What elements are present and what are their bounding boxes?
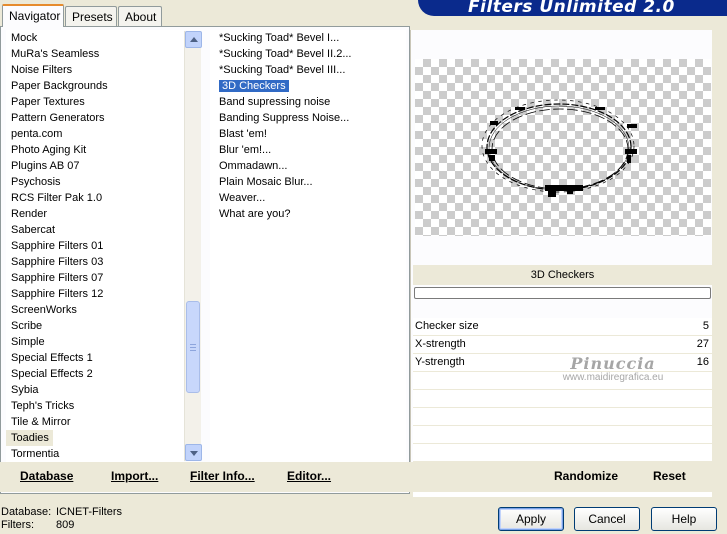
filter-item[interactable]: Weaver...	[214, 190, 406, 206]
category-item[interactable]: Sapphire Filters 03	[6, 254, 184, 270]
status-database: Database: ICNET-Filters	[1, 506, 122, 518]
filter-item[interactable]: *Sucking Toad* Bevel II.2...	[214, 46, 406, 62]
preview-ring-graphic	[481, 99, 637, 197]
navigator-toolbar: Database Import... Filter Info... Editor…	[0, 462, 410, 492]
category-scrollbar[interactable]	[184, 31, 202, 461]
category-item[interactable]: Teph's Tricks	[6, 398, 184, 414]
tab-about[interactable]: About	[118, 6, 162, 26]
filter-item[interactable]: Blast 'em!	[214, 126, 406, 142]
randomize-button[interactable]: Randomize	[554, 469, 618, 483]
filter-item[interactable]: What are you?	[214, 206, 406, 222]
category-item[interactable]: Photo Aging Kit	[6, 142, 184, 158]
category-item[interactable]: Plugins AB 07	[6, 158, 184, 174]
category-list[interactable]: Mock MuRa's Seamless Noise Filters Paper Ba…	[6, 30, 184, 462]
filter-item[interactable]: Ommadawn...	[214, 158, 406, 174]
category-item[interactable]: Sapphire Filters 12	[6, 286, 184, 302]
help-button[interactable]: Help	[651, 507, 717, 531]
param-label: X-strength	[415, 338, 466, 350]
category-item[interactable]: Psychosis	[6, 174, 184, 190]
editor-button[interactable]: Editor...	[287, 469, 331, 483]
filter-item[interactable]: Blur 'em!...	[214, 142, 406, 158]
filter-item[interactable]: Band supressing noise	[214, 94, 406, 110]
category-item[interactable]: Pattern Generators	[6, 110, 184, 126]
category-item[interactable]: RCS Filter Pak 1.0	[6, 190, 184, 206]
filter-item[interactable]: Plain Mosaic Blur...	[214, 174, 406, 190]
param-value: 27	[696, 338, 709, 350]
category-item[interactable]: penta.com	[6, 126, 184, 142]
category-item[interactable]: MuRa's Seamless	[6, 46, 184, 62]
cancel-button[interactable]: Cancel	[574, 507, 640, 531]
category-item[interactable]: Sabercat	[6, 222, 184, 238]
category-item[interactable]: Simple	[6, 334, 184, 350]
apply-button[interactable]: Apply	[498, 507, 564, 531]
category-item[interactable]: Special Effects 2	[6, 366, 184, 382]
scroll-down-button[interactable]	[185, 444, 202, 461]
filter-title: 3D Checkers	[413, 265, 712, 285]
param-row-checker-size[interactable]: Checker size 5	[413, 318, 712, 336]
status-value: ICNET-Filters	[56, 506, 122, 518]
category-item[interactable]: Toadies	[6, 430, 53, 446]
param-row-x-strength[interactable]: X-strength 27	[413, 336, 712, 354]
banner-title: Filters Unlimited 2.0	[468, 0, 675, 16]
reset-button[interactable]: Reset	[653, 469, 686, 483]
scroll-thumb[interactable]	[186, 301, 200, 393]
category-item[interactable]: Sapphire Filters 07	[6, 270, 184, 286]
empty-param-row	[413, 444, 712, 462]
param-value: 5	[702, 320, 709, 332]
filter-item[interactable]: *Sucking Toad* Bevel I...	[214, 30, 406, 46]
filter-item-label: 3D Checkers	[219, 80, 289, 92]
preview-canvas[interactable]	[415, 59, 711, 236]
progress-bar	[414, 287, 711, 299]
category-item[interactable]: ScreenWorks	[6, 302, 184, 318]
category-item[interactable]: Tormentia	[6, 446, 184, 462]
category-item[interactable]: Mock	[6, 30, 184, 46]
param-label: Checker size	[415, 320, 479, 332]
status-value: 809	[56, 519, 75, 531]
category-item[interactable]: Sybia	[6, 382, 184, 398]
chevron-down-icon	[190, 451, 198, 456]
category-item[interactable]: Scribe	[6, 318, 184, 334]
filter-item[interactable]: Banding Suppress Noise...	[214, 110, 406, 126]
category-item[interactable]: Tile & Mirror	[6, 414, 184, 430]
status-label: Database:	[1, 506, 52, 518]
filter-item[interactable]: *Sucking Toad* Bevel III...	[214, 62, 406, 78]
tab-presets[interactable]: Presets	[65, 6, 117, 26]
parameter-toolbar: Randomize Reset	[413, 462, 712, 492]
param-row-y-strength[interactable]: Y-strength 16	[413, 354, 712, 372]
category-item[interactable]: Paper Backgrounds	[6, 78, 184, 94]
param-value: 16	[696, 356, 709, 368]
category-item[interactable]: Noise Filters	[6, 62, 184, 78]
category-item[interactable]: Render	[6, 206, 184, 222]
grip-icon	[190, 344, 196, 351]
chevron-up-icon	[190, 37, 198, 42]
empty-param-row	[413, 426, 712, 444]
filter-item[interactable]: 3D Checkers	[214, 78, 406, 94]
tab-navigator[interactable]: Navigator	[2, 4, 64, 27]
import-button[interactable]: Import...	[111, 469, 158, 483]
category-item[interactable]: Paper Textures	[6, 94, 184, 110]
category-item[interactable]: Special Effects 1	[6, 350, 184, 366]
param-label: Y-strength	[415, 356, 465, 368]
database-button[interactable]: Database	[20, 469, 73, 483]
status-filters: Filters: 809	[1, 519, 74, 531]
status-label: Filters:	[1, 519, 34, 531]
filter-info-button[interactable]: Filter Info...	[190, 469, 255, 483]
filter-list[interactable]: *Sucking Toad* Bevel I... *Sucking Toad* …	[210, 30, 406, 462]
title-banner: Filters Unlimited 2.0	[418, 0, 727, 16]
empty-param-row	[413, 408, 712, 426]
empty-param-row	[413, 372, 712, 390]
scroll-up-button[interactable]	[185, 31, 202, 48]
empty-param-row	[413, 390, 712, 408]
category-item[interactable]: Sapphire Filters 01	[6, 238, 184, 254]
